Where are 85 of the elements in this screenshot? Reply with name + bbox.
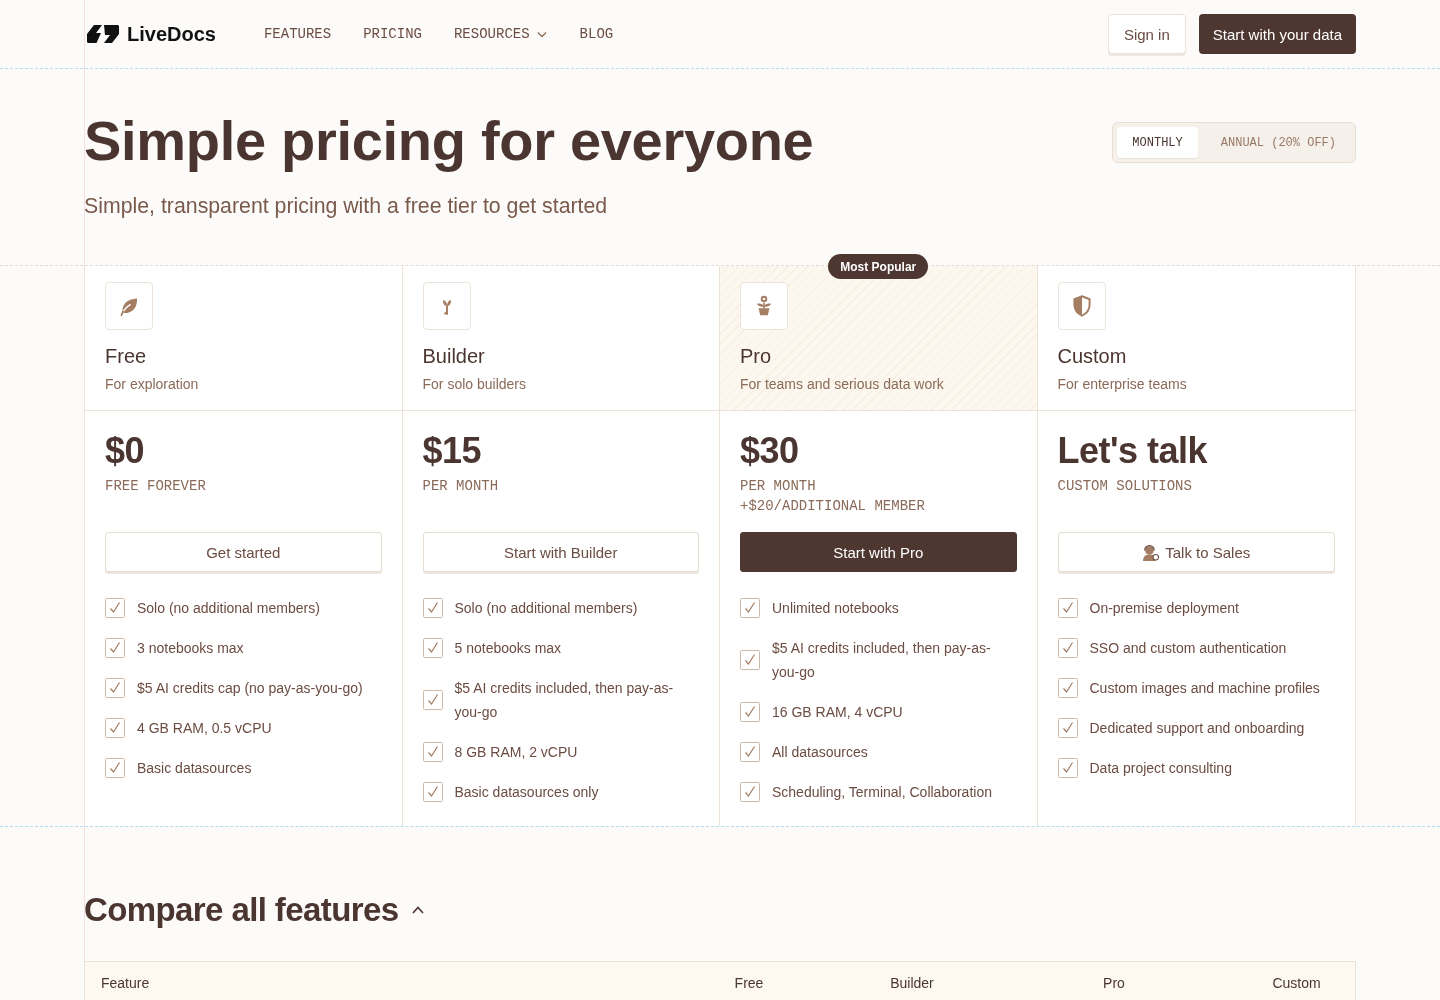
sprout-icon [422, 282, 471, 330]
price-period: PER MONTH [422, 477, 500, 496]
column-header: Feature [101, 975, 150, 991]
feature-text: $5 AI credits included, then pay-as-you-go [772, 639, 992, 682]
feature-text: Scheduling, Terminal, Collaboration [772, 783, 992, 802]
checkbox-tick-icon [105, 598, 125, 618]
feature-text: $5 AI credits cap (no pay-as-you-go) [137, 679, 363, 698]
checkbox-tick-icon [1057, 678, 1078, 698]
logo-icon [86, 24, 120, 44]
plan-tagline: For exploration [105, 375, 200, 394]
checkbox-tick-icon [1057, 638, 1078, 658]
feature-text: All datasources [772, 743, 868, 762]
feature-text: Custom images and machine profiles [1089, 679, 1320, 698]
plan-price: $15 [422, 431, 483, 471]
checkbox-tick-icon [740, 702, 760, 722]
plan-price: $30 [740, 431, 800, 471]
plan-tagline: For enterprise teams [1057, 375, 1188, 394]
cta-button[interactable]: Start with your data [1198, 14, 1356, 54]
brand-name: LiveDocs [127, 22, 216, 46]
plan-button[interactable]: Get started [105, 532, 382, 572]
checkbox-tick-icon [1057, 598, 1078, 618]
plan-price: $0 [105, 431, 146, 471]
column-header: Free [734, 975, 764, 991]
plan-name: Pro [740, 344, 773, 368]
nav-link[interactable]: PRICING [363, 26, 422, 42]
plan-button[interactable]: Start with Builder [422, 532, 699, 572]
checkbox-tick-icon [422, 638, 443, 658]
checkbox-tick-icon [1057, 758, 1078, 778]
leaf-icon [105, 282, 153, 330]
feature-text: Solo (no additional members) [137, 599, 320, 618]
column-header: Pro [1103, 975, 1125, 991]
feature-text: 5 notebooks max [454, 639, 562, 658]
billing-option[interactable]: ANNUAL (20% OFF) [1205, 127, 1351, 158]
sign-in-button[interactable]: Sign in [1107, 14, 1186, 54]
checkbox-tick-icon [105, 718, 125, 738]
feature-text: 16 GB RAM, 4 vCPU [772, 703, 903, 722]
checkbox-tick-icon [105, 758, 125, 778]
nav-link[interactable]: BLOG [579, 26, 614, 42]
plan-name: Free [105, 344, 148, 368]
feature-text: 8 GB RAM, 2 vCPU [454, 743, 578, 762]
checkbox-tick-icon [740, 598, 760, 618]
feature-text: 4 GB RAM, 0.5 vCPU [137, 719, 272, 738]
nav-link[interactable]: FEATURES [263, 26, 332, 42]
feature-text: On-premise deployment [1089, 599, 1239, 618]
feature-text: Dedicated support and onboarding [1089, 719, 1305, 738]
half-shield-icon [1057, 282, 1106, 330]
column-header: Custom [1272, 975, 1321, 991]
section-title: Compare all features [84, 890, 399, 930]
feature-text: Basic datasources [137, 759, 252, 778]
plan-name: Builder [422, 344, 486, 368]
user-headset-icon [1142, 543, 1160, 561]
page-title: Simple pricing for everyone [84, 109, 814, 173]
plan-tagline: For teams and serious data work [740, 375, 945, 394]
feature-text: Data project consulting [1089, 759, 1232, 778]
checkbox-tick-icon [740, 742, 760, 762]
feature-text: Basic datasources only [454, 783, 599, 802]
column-header: Builder [890, 975, 934, 991]
plan-name: Custom [1057, 344, 1128, 368]
price-period: FREE FOREVER [105, 477, 207, 496]
feature-text: Solo (no additional members) [454, 599, 638, 618]
checkbox-tick-icon [105, 678, 125, 698]
feature-text: Unlimited notebooks [772, 599, 899, 618]
feature-text: SSO and custom authentication [1089, 639, 1287, 658]
billing-option[interactable]: MONTHLY [1117, 127, 1198, 158]
price-period: +$20/ADDITIONAL MEMBER [740, 497, 926, 516]
checkbox-tick-icon [422, 742, 443, 762]
feature-text: $5 AI credits included, then pay-as-you-go [454, 679, 675, 722]
checkbox-tick-icon [422, 782, 443, 802]
primary-plan-button[interactable]: Start with Pro [740, 532, 1017, 572]
price-period: CUSTOM SOLUTIONS [1057, 477, 1193, 496]
nav-link[interactable]: RESOURCES [453, 26, 548, 42]
plan-price: Let's talk [1057, 431, 1209, 471]
plan-tagline: For solo builders [422, 375, 527, 394]
feature-text: 3 notebooks max [137, 639, 244, 658]
price-period: PER MONTH [740, 477, 817, 496]
plan-button[interactable]: Talk to Sales [1057, 532, 1335, 572]
checkbox-tick-icon [422, 598, 443, 618]
checkbox-tick-icon [1057, 718, 1078, 738]
page-subtitle: Simple, transparent pricing with a free tier to get started [84, 193, 609, 220]
checkbox-tick-icon [740, 650, 760, 670]
checkbox-tick-icon [105, 638, 125, 658]
potted-plant-icon [740, 282, 788, 330]
checkbox-tick-icon [740, 782, 760, 802]
popular-badge: Most Popular [828, 254, 929, 279]
checkbox-tick-icon [422, 690, 443, 710]
